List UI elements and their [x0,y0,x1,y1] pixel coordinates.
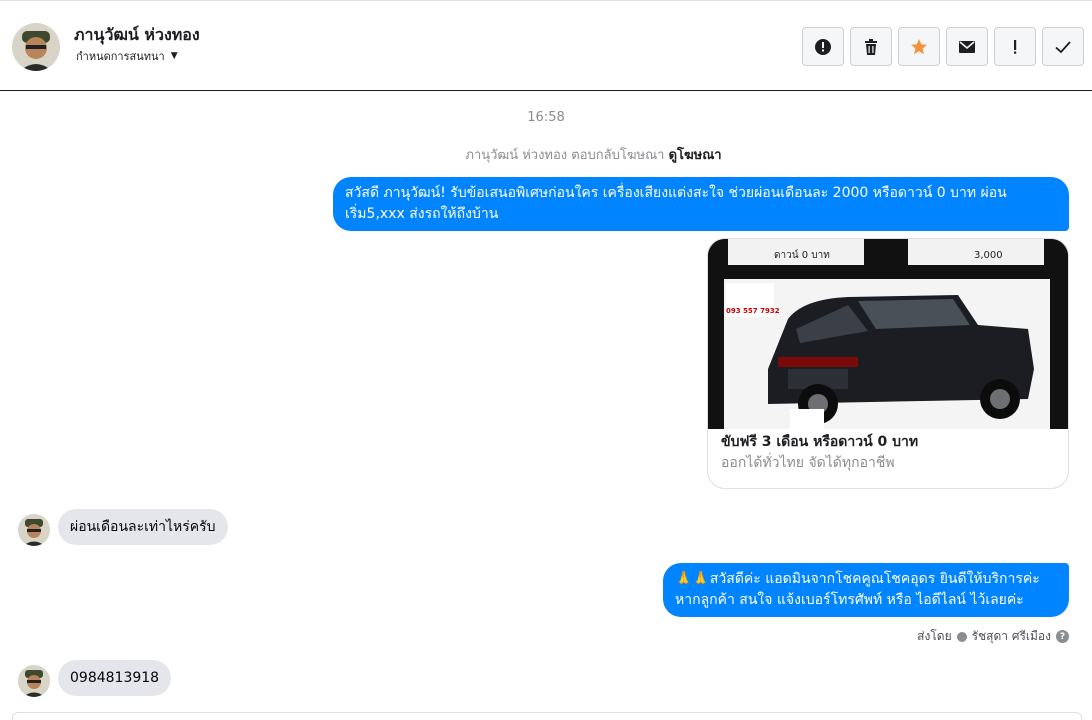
check-icon [1055,40,1071,53]
ad-card-subtitle: ออกได้ทั่วไทย จัดได้ทุกอาชีพ [721,455,895,471]
alert-circle-icon [815,38,831,55]
outgoing-message[interactable]: สวัสดี ภานุวัฒน์! รับข้อเสนอพิเศษก่อนใคร… [333,177,1069,231]
banner-right-text: 3,000 [974,250,1003,261]
incoming-message[interactable]: ผ่อนเดือนละเท่าไหร่ครับ [58,509,228,545]
help-icon[interactable]: ? [1056,630,1069,643]
incoming-message[interactable]: 0984813918 [58,660,172,696]
report-button[interactable] [802,27,844,66]
ad-card-image: ดาวน์ 0 บาท 3,000 093 557 7932 [708,239,1068,429]
conversation-header: ภานุวัฒน์ ห่วงทอง กำหนดการสนทนา ▼ [0,0,1092,91]
banner-left-text: ดาวน์ 0 บาท [774,249,830,261]
view-ad-link[interactable]: ดูโฆษณา [669,148,722,163]
message-composer[interactable] [12,712,1082,720]
ad-card-title: ขับฟรี 3 เดือน หรือดาวน์ 0 บาท [721,434,919,450]
delete-button[interactable] [850,27,892,66]
conversation-schedule-menu[interactable]: กำหนดการสนทนา ▼ [76,47,178,65]
sent-by-info: ส่งโดย รัชสุดา ศรีเมือง ? [917,627,1069,646]
exclamation-icon [1014,39,1017,54]
ad-card[interactable]: ดาวน์ 0 บาท 3,000 093 557 7932 ขับฟรี 3 … [707,238,1069,489]
star-icon [911,38,927,54]
envelope-icon [959,40,975,53]
ad-reply-text: ภานุวัฒน์ ห่วงทอง ตอบกลับโฆษณา [465,148,665,163]
page-badge-icon [956,631,967,642]
mark-done-button[interactable] [1042,27,1084,66]
dealer-phone-text: 093 557 7932 [726,307,780,315]
ad-reply-note: ภานุวัฒน์ ห่วงทอง ตอบกลับโฆษณา ดูโฆษณา [0,144,1092,165]
praying-hands-emoji: 🙏🙏 [675,571,710,587]
header-toolbar [802,27,1084,66]
caret-down-icon: ▼ [170,51,178,61]
contact-avatar-small[interactable] [18,665,50,697]
outgoing-message-text: สวัสดีค่ะ แอดมินจากโชคคูณโชคอุดร ยินดีให… [675,571,1040,608]
trash-icon [865,38,877,55]
conversation-schedule-label: กำหนดการสนทนา [76,50,165,63]
mark-unread-button[interactable] [946,27,988,66]
contact-avatar-small[interactable] [18,514,50,546]
mark-spam-button[interactable] [994,27,1036,66]
contact-name[interactable]: ภานุวัฒน์ ห่วงทอง [74,23,200,48]
contact-avatar[interactable] [12,23,60,71]
outgoing-message-admin[interactable]: 🙏🙏สวัสดีค่ะ แอดมินจากโชคคูณโชคอุดร ยินดี… [663,563,1069,617]
sent-by-name[interactable]: รัชสุดา ศรีเมือง [972,627,1051,646]
sent-by-label: ส่งโดย [917,629,952,643]
star-button[interactable] [898,27,940,66]
message-timestamp: 16:58 [527,110,565,125]
